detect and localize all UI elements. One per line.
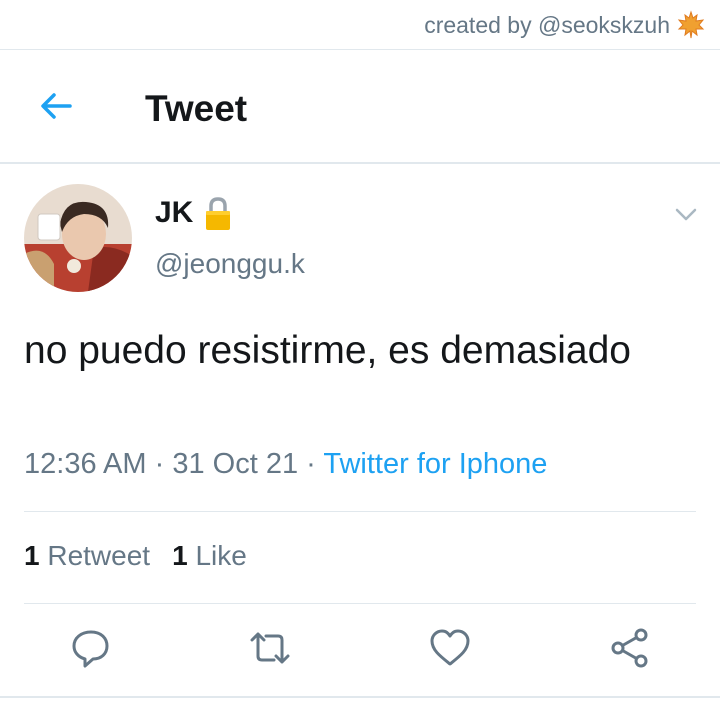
- retweets-count: 1: [24, 540, 40, 571]
- maple-leaf-icon: [677, 10, 705, 39]
- retweets-stat[interactable]: 1 Retweet: [24, 540, 150, 571]
- chevron-down-icon[interactable]: [672, 200, 700, 228]
- user-handle[interactable]: @jeonggu.k: [155, 248, 305, 280]
- divider: [0, 696, 720, 698]
- display-name[interactable]: JK: [155, 196, 193, 230]
- credit-bar: created by @seokskzuh: [0, 0, 720, 50]
- page-title: Tweet: [145, 88, 248, 129]
- tweet-time: 12:36 AM: [24, 448, 147, 480]
- retweet-icon[interactable]: [248, 626, 292, 670]
- retweets-label: Retweet: [47, 540, 151, 571]
- tweet-text: no puedo resistirme, es demasiado: [24, 329, 631, 372]
- tweet-source-link[interactable]: Twitter for Iphone: [323, 448, 547, 480]
- back-arrow-icon[interactable]: [36, 86, 76, 126]
- tweet-meta: 12:36 AM · 31 Oct 21 · Twitter for Iphon…: [24, 448, 547, 481]
- reply-icon[interactable]: [69, 626, 113, 670]
- likes-label: Like: [195, 540, 247, 571]
- credit-text: created by @seokskzuh: [424, 12, 670, 38]
- tweet-date: 31 Oct 21: [172, 448, 299, 480]
- like-icon[interactable]: [428, 626, 472, 670]
- likes-stat[interactable]: 1 Like: [172, 540, 247, 571]
- meta-separator: ·: [154, 448, 165, 480]
- lock-icon: [206, 197, 230, 230]
- divider: [24, 603, 696, 604]
- share-icon[interactable]: [608, 626, 652, 670]
- meta-separator: ·: [306, 448, 316, 480]
- tweet-stats: 1 Retweet 1 Like: [24, 540, 247, 572]
- divider: [0, 162, 720, 164]
- likes-count: 1: [172, 540, 188, 571]
- header: Tweet: [0, 50, 720, 163]
- divider: [24, 511, 696, 512]
- avatar[interactable]: [24, 184, 132, 292]
